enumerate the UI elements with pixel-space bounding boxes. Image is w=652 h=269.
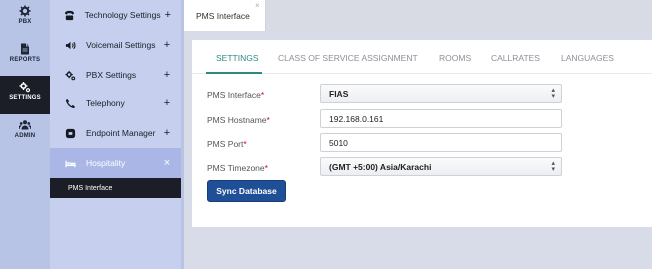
expand-icon[interactable]: + xyxy=(159,69,175,81)
submenu-child-label: PMS Interface xyxy=(68,184,113,192)
select-arrows-icon: ▴ ▾ xyxy=(551,87,555,100)
tab-label: PMS Interface xyxy=(196,11,250,21)
rail-item-reports[interactable]: REPORTS xyxy=(0,38,50,76)
pms-port-label: PMS Port* xyxy=(207,139,247,149)
settings-nav: SETTINGS CLASS OF SERVICE ASSIGNMENT ROO… xyxy=(192,40,652,74)
tab-rooms[interactable]: ROOMS xyxy=(439,53,471,63)
pms-hostname-input[interactable]: 192.168.0.161 xyxy=(320,109,562,128)
select-value: (GMT +5:00) Asia/Karachi xyxy=(329,162,432,172)
submenu-label: PBX Settings xyxy=(86,70,137,80)
tab-settings[interactable]: SETTINGS xyxy=(216,53,259,63)
submenu-child-pms-interface[interactable]: PMS Interface xyxy=(50,178,181,198)
input-value: 5010 xyxy=(329,138,348,148)
label-text: PMS Hostname xyxy=(207,115,267,125)
main-panel: SETTINGS CLASS OF SERVICE ASSIGNMENT ROO… xyxy=(192,40,652,227)
label-text: PMS Port xyxy=(207,139,244,149)
settings-submenu: Technology Settings + Voicemail Settings… xyxy=(50,0,181,269)
submenu-label: Hospitality xyxy=(86,158,126,168)
phone-icon xyxy=(63,96,77,110)
endpoint-icon xyxy=(63,126,77,140)
pms-hostname-label: PMS Hostname* xyxy=(207,115,270,125)
submenu-item-pbx-settings[interactable]: PBX Settings + xyxy=(50,60,181,90)
pms-interface-select[interactable]: FIAS ▴ ▾ xyxy=(320,84,562,103)
required-marker: * xyxy=(243,139,247,149)
rail-label: SETTINGS xyxy=(9,95,41,101)
collapse-icon[interactable]: × xyxy=(159,157,175,169)
active-tab-indicator xyxy=(206,72,262,74)
pms-timezone-label: PMS Timezone* xyxy=(207,163,268,173)
phone-desk-icon xyxy=(63,8,76,22)
expand-icon[interactable]: + xyxy=(161,9,175,21)
rail-item-pbx[interactable]: PBX xyxy=(0,0,50,38)
tab-languages[interactable]: LANGUAGES xyxy=(561,53,614,63)
expand-icon[interactable]: + xyxy=(159,97,175,109)
pms-timezone-select[interactable]: (GMT +5:00) Asia/Karachi ▴ ▾ xyxy=(320,157,562,176)
required-marker: * xyxy=(260,90,265,100)
submenu-item-voicemail-settings[interactable]: Voicemail Settings + xyxy=(50,30,181,60)
document-icon xyxy=(0,38,50,56)
gears-icon xyxy=(63,68,77,82)
required-marker: * xyxy=(264,163,268,173)
panel-divider xyxy=(181,0,184,269)
submenu-item-endpoint-manager[interactable]: Endpoint Manager + xyxy=(50,118,181,148)
tab-callrates[interactable]: CALLRATES xyxy=(491,53,540,63)
rail-label: ADMIN xyxy=(14,133,36,139)
tab-pms-interface[interactable]: PMS Interface × xyxy=(184,0,266,31)
submenu-item-technology-settings[interactable]: Technology Settings + xyxy=(50,0,181,30)
expand-icon[interactable]: + xyxy=(159,39,175,51)
submenu-label: Endpoint Manager xyxy=(86,128,156,138)
input-value: 192.168.0.161 xyxy=(329,114,384,124)
submenu-label: Technology Settings xyxy=(84,10,161,20)
rail-item-admin[interactable]: ADMIN xyxy=(0,114,50,152)
submenu-label: Voicemail Settings xyxy=(86,40,156,50)
users-icon xyxy=(0,114,50,132)
bed-icon xyxy=(63,156,77,170)
voicemail-icon xyxy=(63,38,77,52)
submenu-item-hospitality[interactable]: Hospitality × xyxy=(50,148,181,178)
select-arrows-icon: ▴ ▾ xyxy=(551,160,555,173)
select-value: FIAS xyxy=(329,89,349,99)
sync-database-button[interactable]: Sync Database xyxy=(207,180,286,202)
submenu-label: Telephony xyxy=(86,98,125,108)
label-text: PMS Interface xyxy=(207,90,261,100)
rail-item-settings[interactable]: SETTINGS xyxy=(0,76,50,114)
expand-icon[interactable]: + xyxy=(159,127,175,139)
pms-port-input[interactable]: 5010 xyxy=(320,133,562,152)
close-icon[interactable]: × xyxy=(255,1,260,10)
gears-icon xyxy=(0,76,50,94)
pms-interface-label: PMS Interface* xyxy=(207,90,264,100)
rail-label: REPORTS xyxy=(9,57,41,63)
required-marker: * xyxy=(266,115,270,125)
label-text: PMS Timezone xyxy=(207,163,265,173)
tab-class-of-service-assignment[interactable]: CLASS OF SERVICE ASSIGNMENT xyxy=(278,53,418,63)
tab-strip: PMS Interface × xyxy=(184,0,652,31)
left-rail: PBX REPORTS SETTINGS ADMIN xyxy=(0,0,50,269)
gear-icon xyxy=(0,0,50,18)
rail-label: PBX xyxy=(18,19,32,25)
submenu-item-telephony[interactable]: Telephony + xyxy=(50,88,181,118)
